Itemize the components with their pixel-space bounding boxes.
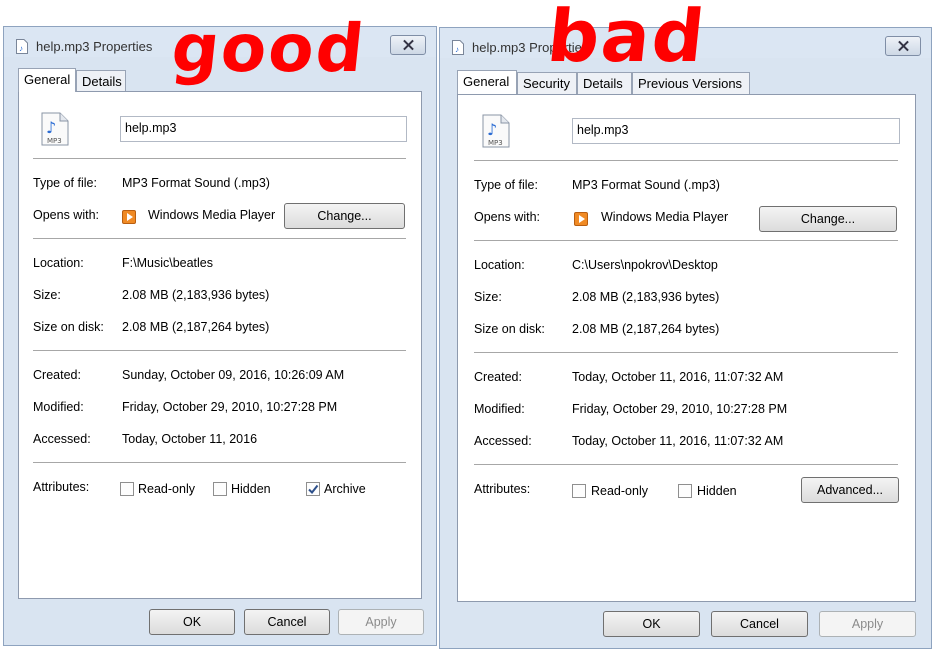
size-label: Size:: [474, 290, 502, 304]
location-value: C:\Users\npokrov\Desktop: [572, 258, 718, 272]
separator: [33, 462, 406, 463]
separator: [474, 352, 898, 353]
location-label: Location:: [33, 256, 84, 270]
accessed-label: Accessed:: [474, 434, 532, 448]
checkmark-icon: [308, 484, 319, 495]
apply-button[interactable]: Apply: [338, 609, 424, 635]
separator: [474, 464, 898, 465]
size-label: Size:: [33, 288, 61, 302]
size-on-disk-label: Size on disk:: [33, 320, 104, 334]
size-on-disk-label: Size on disk:: [474, 322, 545, 336]
modified-label: Modified:: [33, 400, 84, 414]
size-on-disk-value: 2.08 MB (2,187,264 bytes): [572, 322, 720, 336]
annotation-good: good: [168, 10, 370, 87]
size-value: 2.08 MB (2,183,936 bytes): [122, 288, 270, 302]
attributes-label: Attributes:: [33, 480, 90, 494]
change-button[interactable]: Change...: [284, 203, 405, 229]
media-player-icon: [122, 210, 136, 224]
attributes-label: Attributes:: [474, 482, 531, 496]
hidden-checkbox[interactable]: [678, 484, 692, 498]
filename-field[interactable]: help.mp3: [120, 116, 407, 142]
opens-with-label: Opens with:: [33, 208, 100, 222]
size-on-disk-value: 2.08 MB (2,187,264 bytes): [122, 320, 270, 334]
filename-field[interactable]: help.mp3: [572, 118, 900, 144]
mp3-file-icon: ♪ MP3: [482, 114, 510, 148]
svg-text:♪: ♪: [19, 44, 23, 53]
created-value: Sunday, October 09, 2016, 10:26:09 AM: [122, 368, 345, 382]
created-label: Created:: [474, 370, 522, 384]
location-value: F:\Music\beatles: [122, 256, 214, 270]
accessed-value: Today, October 11, 2016: [122, 432, 258, 446]
tab-details[interactable]: Details: [76, 70, 126, 92]
window-title: help.mp3 Properties: [36, 39, 153, 54]
annotation-bad: bad: [543, 0, 711, 78]
archive-label[interactable]: Archive: [324, 482, 366, 496]
ok-button[interactable]: OK: [149, 609, 235, 635]
opens-with-value: Windows Media Player: [601, 210, 729, 224]
general-tab-panel: ♪ MP3 help.mp3 Type of file: MP3 Format …: [18, 91, 422, 599]
type-of-file-value: MP3 Format Sound (.mp3): [572, 178, 720, 192]
ok-button[interactable]: OK: [603, 611, 700, 637]
advanced-button[interactable]: Advanced...: [801, 477, 899, 503]
separator: [33, 350, 406, 351]
svg-text:♪: ♪: [46, 118, 56, 137]
type-of-file-label: Type of file:: [33, 176, 97, 190]
file-icon: ♪: [452, 40, 464, 55]
hidden-label[interactable]: Hidden: [231, 482, 271, 496]
tab-general[interactable]: General: [457, 70, 517, 94]
opens-with-value: Windows Media Player: [148, 208, 276, 222]
separator: [474, 160, 898, 161]
cancel-button[interactable]: Cancel: [244, 609, 330, 635]
svg-text:MP3: MP3: [47, 137, 62, 145]
separator: [33, 238, 406, 239]
type-of-file-value: MP3 Format Sound (.mp3): [122, 176, 270, 190]
readonly-checkbox[interactable]: [572, 484, 586, 498]
close-icon[interactable]: [885, 36, 921, 56]
created-label: Created:: [33, 368, 81, 382]
type-of-file-label: Type of file:: [474, 178, 538, 192]
separator: [474, 240, 898, 241]
media-player-icon: [574, 212, 588, 226]
cancel-button[interactable]: Cancel: [711, 611, 808, 637]
hidden-label[interactable]: Hidden: [697, 484, 737, 498]
separator: [33, 158, 406, 159]
svg-text:♪: ♪: [487, 120, 497, 139]
change-button[interactable]: Change...: [759, 206, 897, 232]
hidden-checkbox[interactable]: [213, 482, 227, 496]
mp3-file-icon: ♪ MP3: [41, 112, 69, 146]
svg-text:MP3: MP3: [488, 139, 503, 147]
modified-label: Modified:: [474, 402, 525, 416]
close-icon[interactable]: [390, 35, 426, 55]
tab-general[interactable]: General: [18, 68, 76, 92]
accessed-value: Today, October 11, 2016, 11:07:32 AM: [572, 434, 784, 448]
opens-with-label: Opens with:: [474, 210, 541, 224]
readonly-label[interactable]: Read-only: [591, 484, 648, 498]
accessed-label: Accessed:: [33, 432, 91, 446]
modified-value: Friday, October 29, 2010, 10:27:28 PM: [572, 402, 788, 416]
created-value: Today, October 11, 2016, 11:07:32 AM: [572, 370, 784, 384]
svg-text:♪: ♪: [455, 45, 459, 54]
file-icon: ♪: [16, 39, 28, 54]
archive-checkbox[interactable]: [306, 482, 320, 496]
readonly-checkbox[interactable]: [120, 482, 134, 496]
properties-window-right: ♪ help.mp3 Properties General Security D…: [439, 27, 932, 649]
size-value: 2.08 MB (2,183,936 bytes): [572, 290, 720, 304]
properties-window-left: ♪ help.mp3 Properties General Details ♪ …: [3, 26, 437, 646]
apply-button[interactable]: Apply: [819, 611, 916, 637]
location-label: Location:: [474, 258, 525, 272]
general-tab-panel: ♪ MP3 help.mp3 Type of file: MP3 Format …: [457, 94, 916, 602]
modified-value: Friday, October 29, 2010, 10:27:28 PM: [122, 400, 338, 414]
readonly-label[interactable]: Read-only: [138, 482, 195, 496]
